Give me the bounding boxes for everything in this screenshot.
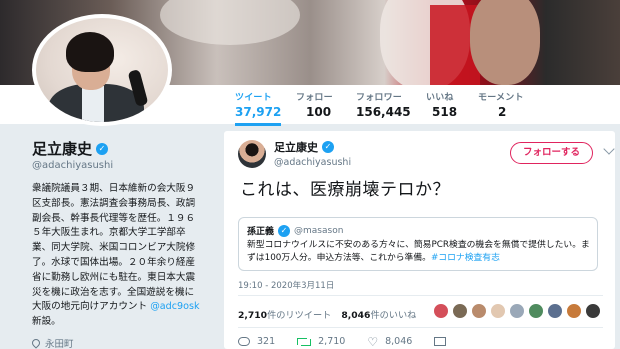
retweet-count-link[interactable]: 2,710件のリツイート	[238, 307, 331, 321]
nav-followers[interactable]: フォロワー 156,445	[356, 90, 411, 119]
profile-page: ツイート 37,972 フォロー 100 フォロワー 156,445 いいね 5…	[0, 0, 620, 349]
profile-sidebar: 足立康史 ✓ @adachiyasushi 衆議院議員３期、日本維新の会大阪９ …	[30, 138, 207, 349]
like-button[interactable]: ♡ 8,046	[367, 334, 412, 349]
profile-bio: 衆議院議員３期、日本維新の会大阪９ 区支部長。憲法調査会事務局長、政調 副会長、…	[32, 183, 200, 328]
tweet-timestamp[interactable]: 19:10 - 2020年3月11日	[238, 279, 334, 291]
profile-name[interactable]: 足立康史	[32, 138, 92, 159]
quoted-tweet[interactable]: 孫正義 ✓ @masason 新型コロナウイルスに不安のある方々に、簡易PCR検…	[238, 217, 598, 271]
reply-button[interactable]: 321	[238, 336, 275, 347]
liker-avatar[interactable]	[509, 303, 525, 319]
verified-icon: ✓	[322, 141, 334, 153]
reply-icon	[238, 337, 250, 346]
like-count-link[interactable]: 8,046件のいいね	[341, 307, 416, 321]
verified-icon: ✓	[278, 224, 291, 237]
liker-avatar[interactable]	[433, 303, 449, 319]
nav-tweets[interactable]: ツイート 37,972	[235, 90, 282, 126]
chevron-down-icon[interactable]	[603, 143, 615, 155]
bio-mention-link[interactable]: @adc9osk	[150, 301, 199, 312]
follow-button[interactable]: フォローする	[509, 142, 593, 164]
liker-avatar[interactable]	[566, 303, 582, 319]
tweet-stats: 2,710件のリツイート 8,046件のいいね	[238, 307, 416, 321]
quote-author-handle: @masason	[294, 225, 344, 236]
heart-icon: ♡	[367, 334, 379, 349]
tweet-author-name[interactable]: 足立康史	[274, 139, 318, 155]
liker-avatar[interactable]	[547, 303, 563, 319]
liker-avatar[interactable]	[528, 303, 544, 319]
location-pin-icon	[30, 337, 42, 349]
nav-likes[interactable]: いいね 518	[426, 90, 457, 119]
liker-avatar[interactable]	[490, 303, 506, 319]
quote-author-name: 孫正義	[247, 227, 275, 237]
divider	[238, 327, 603, 328]
liker-avatar[interactable]	[452, 303, 468, 319]
quote-hashtag[interactable]: #コロナ検査有志	[431, 253, 500, 263]
quote-text: 新型コロナウイルスに不安のある方々に、簡易PCR検査の機会を無償で提供したい。ま…	[247, 240, 590, 263]
mail-icon	[434, 337, 447, 346]
liker-avatar[interactable]	[471, 303, 487, 319]
profile-avatar[interactable]	[32, 14, 172, 126]
profile-location: 永田町	[30, 336, 207, 349]
nav-following[interactable]: フォロー 100	[296, 90, 333, 119]
retweet-button[interactable]: 2,710	[297, 336, 345, 347]
nav-moments[interactable]: モーメント 2	[478, 90, 524, 119]
tweet-text: これは、医療崩壊テロか？	[240, 180, 450, 200]
liker-avatar[interactable]	[585, 303, 601, 319]
tweet-author-avatar[interactable]	[238, 139, 266, 168]
tweet-author-handle[interactable]: @adachiyasushi	[274, 157, 351, 168]
profile-handle[interactable]: @adachiyasushi	[32, 160, 207, 171]
verified-icon: ✓	[96, 142, 109, 155]
dm-button[interactable]	[434, 336, 447, 347]
retweet-icon	[297, 337, 312, 346]
tweet-card: 足立康史 ✓ @adachiyasushi フォローする これは、医療崩壊テロか…	[224, 131, 615, 349]
tweet-actions: 321 2,710 ♡ 8,046	[238, 334, 447, 349]
divider	[238, 295, 603, 296]
liker-avatars	[433, 303, 601, 319]
